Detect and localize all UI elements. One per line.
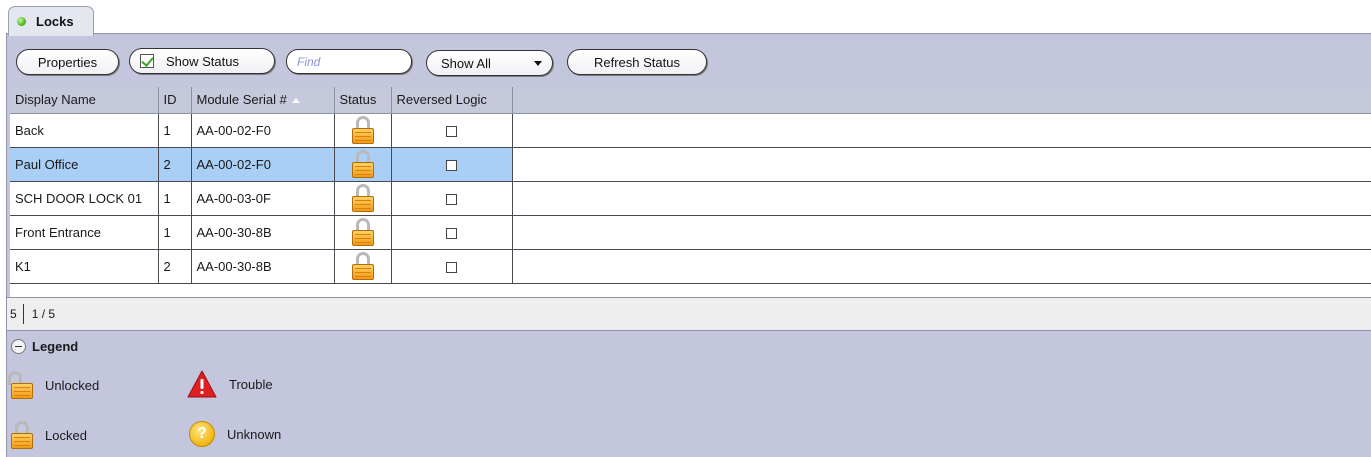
legend-label-unknown: Unknown [227, 426, 282, 442]
legend-item-unknown: ? Unknown [187, 421, 281, 447]
cell-filler [512, 215, 1371, 250]
legend-item-unlocked: Unlocked [8, 371, 100, 399]
filter-dropdown[interactable]: Show All [426, 50, 553, 76]
locks-panel: Properties Show Status Show All Refresh … [6, 33, 1371, 457]
cell-module-serial: AA-00-02-F0 [191, 147, 335, 182]
cell-display-name: SCH DOOR LOCK 01 [10, 181, 159, 216]
record-count: 5 [10, 307, 17, 321]
tab-label: Locks [36, 14, 74, 29]
cell-status [334, 249, 392, 284]
column-header-id[interactable]: ID [158, 87, 192, 114]
reversed-logic-checkbox[interactable] [446, 261, 457, 273]
cell-reversed-logic [391, 215, 513, 250]
locked-lock-icon [351, 218, 374, 246]
cell-id: 1 [158, 181, 192, 216]
pager-divider [22, 304, 24, 324]
cell-status [334, 215, 392, 250]
column-header-label: Module Serial # [196, 92, 287, 108]
cell-id: 2 [158, 249, 192, 284]
cell-module-serial: AA-00-03-0F [191, 181, 335, 216]
locks-grid: Display Name ID Module Serial # Status R… [10, 87, 1371, 297]
page-indicator: 1 / 5 [31, 307, 56, 321]
show-status-label: Show Status [166, 53, 239, 69]
table-row[interactable]: Front Entrance 1 AA-00-30-8B [10, 215, 1371, 250]
cell-display-name: K1 [10, 249, 159, 284]
column-header-module-serial[interactable]: Module Serial # [191, 87, 335, 114]
table-row[interactable]: SCH DOOR LOCK 01 1 AA-00-03-0F [10, 181, 1371, 216]
question-mark-icon: ? [189, 421, 215, 447]
column-header-reversed-logic[interactable]: Reversed Logic [391, 87, 513, 114]
cell-display-name: Front Entrance [10, 215, 159, 250]
column-header-label: ID [163, 92, 177, 108]
cell-filler [512, 249, 1371, 284]
column-header-display-name[interactable]: Display Name [10, 87, 159, 114]
locked-lock-icon [351, 252, 374, 280]
legend-item-trouble: Trouble [187, 370, 273, 398]
legend-panel: Legend Unlocked Locked Trouble ? Unknown [7, 330, 1371, 457]
column-header-label: Display Name [15, 92, 96, 108]
cell-module-serial: AA-00-30-8B [191, 215, 335, 250]
reversed-logic-checkbox[interactable] [446, 159, 457, 171]
tab-locks[interactable]: Locks [8, 6, 94, 36]
cell-filler [512, 147, 1371, 182]
cell-id: 1 [158, 215, 192, 250]
collapse-icon[interactable] [11, 339, 26, 354]
tab-strip: Locks [0, 0, 1371, 36]
properties-button-label: Properties [37, 54, 98, 70]
cell-reversed-logic [391, 147, 513, 182]
unlocked-lock-icon [8, 371, 33, 399]
legend-item-locked: Locked [11, 421, 87, 449]
pager: 5 1 / 5 [7, 297, 1371, 330]
column-header-status[interactable]: Status [334, 87, 392, 114]
locked-lock-icon [351, 116, 374, 144]
legend-title: Legend [32, 339, 79, 354]
cell-module-serial: AA-00-02-F0 [191, 113, 335, 148]
reversed-logic-checkbox[interactable] [446, 125, 457, 137]
table-row[interactable]: Paul Office 2 AA-00-02-F0 [10, 147, 1371, 182]
locks-table: Display Name ID Module Serial # Status R… [10, 87, 1371, 284]
cell-id: 1 [158, 113, 192, 148]
table-row[interactable]: K1 2 AA-00-30-8B [10, 249, 1371, 284]
show-status-toggle[interactable]: Show Status [129, 48, 275, 74]
legend-label-locked: Locked [45, 427, 87, 443]
table-row[interactable]: Back 1 AA-00-02-F0 [10, 113, 1371, 148]
cell-reversed-logic [391, 249, 513, 284]
sort-ascending-icon [291, 98, 300, 104]
chevron-down-icon [534, 61, 542, 66]
properties-button[interactable]: Properties [16, 49, 119, 75]
column-header-filler [512, 87, 1371, 114]
legend-header[interactable]: Legend [11, 339, 78, 354]
cell-reversed-logic [391, 113, 513, 148]
cell-status [334, 147, 392, 182]
legend-label-unlocked: Unlocked [45, 377, 100, 393]
locked-lock-icon [351, 150, 374, 178]
legend-label-trouble: Trouble [229, 376, 273, 392]
cell-filler [512, 113, 1371, 148]
reversed-logic-checkbox[interactable] [446, 227, 457, 239]
cell-status [334, 113, 392, 148]
checkbox-checked-icon [140, 54, 154, 68]
cell-status [334, 181, 392, 216]
cell-reversed-logic [391, 181, 513, 216]
column-header-label: Status [339, 92, 377, 108]
refresh-status-label: Refresh Status [594, 54, 680, 70]
locked-lock-icon [11, 421, 33, 449]
warning-triangle-icon [187, 370, 217, 398]
cell-module-serial: AA-00-30-8B [191, 249, 335, 284]
toolbar: Properties Show Status Show All Refresh … [7, 34, 1371, 86]
cell-id: 2 [158, 147, 192, 182]
cell-display-name: Paul Office [10, 147, 159, 182]
find-input[interactable] [286, 49, 412, 74]
refresh-status-button[interactable]: Refresh Status [567, 49, 707, 75]
cell-filler [512, 181, 1371, 216]
reversed-logic-checkbox[interactable] [446, 193, 457, 205]
cell-display-name: Back [10, 113, 159, 148]
locked-lock-icon [351, 184, 374, 212]
column-header-label: Reversed Logic [396, 92, 487, 108]
status-dot-icon [17, 17, 26, 26]
filter-dropdown-value: Show All [441, 55, 491, 71]
